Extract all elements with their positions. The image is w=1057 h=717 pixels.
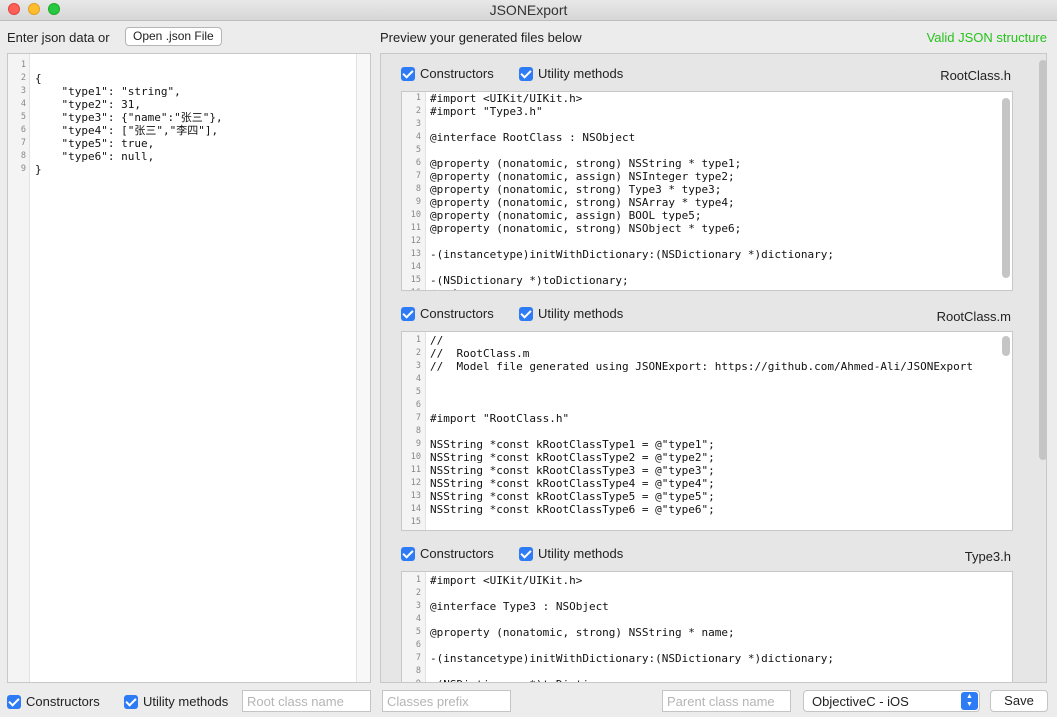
file2-constructors-checkbox[interactable]: Constructors <box>401 306 494 321</box>
file2-code-editor[interactable]: 1 2 3 4 5 6 7 8 9 10 11 12 13 14 15 16 /… <box>401 331 1013 531</box>
file2-code-text[interactable]: // // RootClass.m // Model file generate… <box>430 334 973 530</box>
file3-code-text[interactable]: #import <UIKit/UIKit.h> @interface Type3… <box>430 574 834 682</box>
enter-json-label: Enter json data or <box>7 30 110 45</box>
file2-line-numbers: 1 2 3 4 5 6 7 8 9 10 11 12 13 14 15 16 <box>410 335 421 527</box>
file2-utility-checkbox[interactable]: Utility methods <box>519 306 623 321</box>
json-line-gutter: 1 2 3 4 5 6 7 8 9 <box>8 54 30 682</box>
file1-code-text[interactable]: #import <UIKit/UIKit.h> #import "Type3.h… <box>430 92 834 290</box>
file2-utility-label: Utility methods <box>538 306 624 321</box>
checkbox-checked-icon <box>519 306 533 321</box>
open-json-file-button[interactable]: Open .json File <box>125 27 222 46</box>
file3-name: Type3.h <box>964 549 1011 564</box>
file1-constructors-checkbox[interactable]: Constructors <box>401 66 494 81</box>
json-status-label: Valid JSON structure <box>926 30 1047 45</box>
checkbox-checked-icon <box>401 66 415 81</box>
classes-prefix-input[interactable]: Classes prefix <box>382 690 511 712</box>
preview-panel-scrollbar[interactable] <box>1039 60 1047 460</box>
file3-utility-checkbox[interactable]: Utility methods <box>519 546 623 561</box>
app-window: JSONExport Enter json data or Open .json… <box>0 0 1057 717</box>
select-arrows-icon: ▲ ▼ <box>961 692 978 710</box>
file1-line-numbers: 1 2 3 4 5 6 7 8 9 10 11 12 13 14 15 16 <box>410 93 421 290</box>
root-class-name-input[interactable]: Root class name <box>242 690 371 712</box>
file2-constructors-label: Constructors <box>420 306 494 321</box>
checkbox-checked-icon <box>401 546 415 561</box>
json-line-numbers: 1 2 3 4 5 6 7 8 9 <box>20 60 26 174</box>
language-select[interactable]: ObjectiveC - iOS ▲ ▼ <box>803 690 980 712</box>
file1-name: RootClass.h <box>940 68 1011 83</box>
file3-code-editor[interactable]: 1 2 3 4 5 6 7 8 9 #import <UIKit/UIKit.h… <box>401 571 1013 682</box>
bottom-constructors-label: Constructors <box>26 694 100 709</box>
json-input-text[interactable]: { "type1": "string", "type2": 31, "type3… <box>35 59 223 176</box>
file2-name: RootClass.m <box>936 309 1011 324</box>
checkbox-checked-icon <box>519 546 533 561</box>
bottom-constructors-checkbox[interactable]: Constructors <box>7 694 100 709</box>
file1-utility-checkbox[interactable]: Utility methods <box>519 66 623 81</box>
file1-utility-label: Utility methods <box>538 66 624 81</box>
file2-line-gutter: 1 2 3 4 5 6 7 8 9 10 11 12 13 14 15 16 <box>402 332 426 530</box>
file2-scrollbar[interactable] <box>1002 336 1010 356</box>
save-button[interactable]: Save <box>990 690 1048 712</box>
file1-scrollbar[interactable] <box>1002 98 1010 278</box>
file3-constructors-label: Constructors <box>420 546 494 561</box>
json-input-editor[interactable]: 1 2 3 4 5 6 7 8 9 { "type1": "string", "… <box>7 53 371 683</box>
file1-constructors-label: Constructors <box>420 66 494 81</box>
file1-line-gutter: 1 2 3 4 5 6 7 8 9 10 11 12 13 14 15 16 <box>402 92 426 290</box>
bottom-utility-checkbox[interactable]: Utility methods <box>124 694 228 709</box>
checkbox-checked-icon <box>401 306 415 321</box>
file1-code-editor[interactable]: 1 2 3 4 5 6 7 8 9 10 11 12 13 14 15 16 #… <box>401 91 1013 291</box>
file3-line-numbers: 1 2 3 4 5 6 7 8 9 <box>415 575 421 682</box>
preview-label: Preview your generated files below <box>380 30 582 45</box>
preview-panel: Constructors Utility methods RootClass.h… <box>380 53 1047 683</box>
file3-utility-label: Utility methods <box>538 546 624 561</box>
checkbox-checked-icon <box>519 66 533 81</box>
language-select-value: ObjectiveC - iOS <box>812 694 909 709</box>
title-bar: JSONExport <box>0 0 1057 21</box>
json-editor-ruler <box>356 54 370 682</box>
window-title: JSONExport <box>489 2 568 18</box>
bottom-utility-label: Utility methods <box>143 694 229 709</box>
checkbox-checked-icon <box>7 694 21 709</box>
parent-class-name-input[interactable]: Parent class name <box>662 690 791 712</box>
file3-line-gutter: 1 2 3 4 5 6 7 8 9 <box>402 572 426 682</box>
file3-constructors-checkbox[interactable]: Constructors <box>401 546 494 561</box>
checkbox-checked-icon <box>124 694 138 709</box>
